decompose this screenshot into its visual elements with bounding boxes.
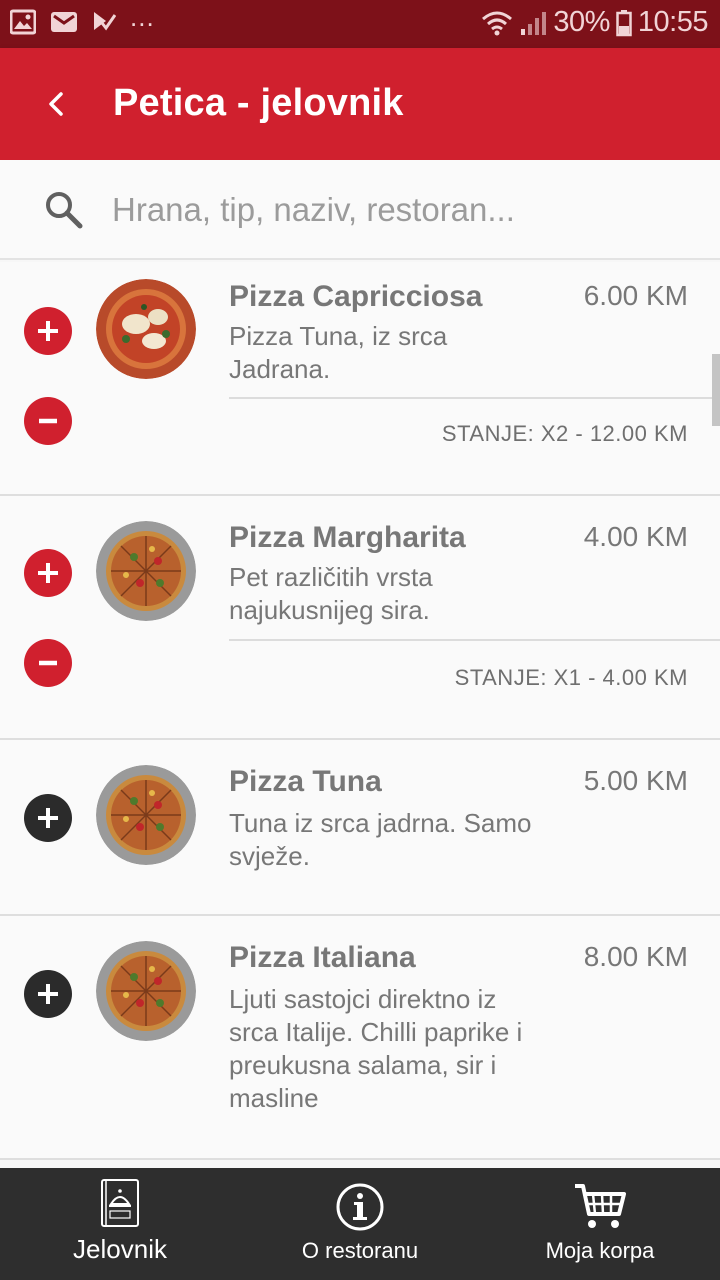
item-description: Pet različitih vrsta najukusnijeg sira. <box>229 562 433 625</box>
item-thumbnail <box>96 941 196 1041</box>
add-button[interactable] <box>24 549 72 597</box>
search-icon <box>46 192 83 229</box>
item-description: Tuna iz srca jadrna. Samo svježe. <box>229 808 532 871</box>
more-notifications-indicator: ... <box>130 1 155 32</box>
item-name: Pizza Tuna <box>229 765 382 798</box>
item-price: 5.00 KM <box>583 765 688 796</box>
nav-about-label: O restoranu <box>301 1238 419 1263</box>
plus-icon <box>38 808 58 828</box>
minus-icon <box>39 660 57 666</box>
shopping-cart-icon <box>575 1184 626 1228</box>
nav-cart[interactable]: Moja korpa <box>480 1168 720 1280</box>
menu-list: Pizza Capricciosa 6.00 KM Pizza Tuna, iz… <box>0 262 720 1160</box>
pizza-image <box>96 765 196 865</box>
item-name: Pizza Italiana <box>229 941 416 974</box>
item-name: Pizza Capricciosa <box>229 280 483 313</box>
menu-book-icon <box>101 1179 139 1227</box>
plus-icon <box>38 984 58 1004</box>
notification-icons: ... <box>10 2 155 35</box>
item-name: Pizza Margharita <box>229 521 466 554</box>
list-item[interactable]: Pizza Tuna 5.00 KM Tuna iz srca jadrna. … <box>0 740 720 916</box>
task-notification-icon <box>94 12 116 31</box>
plus-icon <box>38 321 58 341</box>
signal-icon <box>521 11 547 35</box>
pizza-capricciosa-image <box>96 279 196 379</box>
nav-menu-label: Jelovnik <box>73 1234 167 1264</box>
item-stanje: STANJE: X1 - 4.00 KM <box>454 665 688 690</box>
battery-percent: 30% <box>553 6 610 38</box>
item-description: Pizza Tuna, iz srca Jadrana. <box>229 321 448 384</box>
remove-button[interactable] <box>24 639 72 687</box>
pizza-image <box>96 941 196 1041</box>
add-button[interactable] <box>24 970 72 1018</box>
battery-icon <box>616 9 632 36</box>
bottom-navigation: Jelovnik O restoranu Moja korpa <box>0 1168 720 1280</box>
item-price: 6.00 KM <box>583 280 688 311</box>
search-input[interactable] <box>112 184 692 236</box>
list-item[interactable]: Pizza Italiana 8.00 KM Ljuti sastojci di… <box>0 916 720 1160</box>
scrollbar-thumb[interactable] <box>712 354 720 426</box>
item-divider <box>229 639 720 641</box>
list-item[interactable]: Pizza Margharita 4.00 KM Pet različitih … <box>0 496 720 740</box>
item-thumbnail <box>96 765 196 865</box>
status-right: 30% 10:55 <box>481 6 709 39</box>
item-description: Ljuti sastojci direktno iz srca Italije.… <box>229 984 523 1113</box>
image-notification-icon <box>10 9 36 35</box>
app-bar: Petica - jelovnik <box>0 48 720 160</box>
plus-icon <box>38 563 58 583</box>
item-thumbnail <box>96 521 196 621</box>
add-button[interactable] <box>24 794 72 842</box>
item-price: 8.00 KM <box>583 941 688 972</box>
item-stanje: STANJE: X2 - 12.00 KM <box>441 421 688 446</box>
item-price: 4.00 KM <box>583 521 688 552</box>
item-divider <box>229 397 720 399</box>
pizza-image <box>96 521 196 621</box>
back-arrow-icon <box>49 92 63 116</box>
nav-menu[interactable]: Jelovnik <box>0 1168 240 1280</box>
back-button[interactable] <box>30 78 82 130</box>
minus-icon <box>39 418 57 424</box>
wifi-icon <box>482 11 513 35</box>
add-button[interactable] <box>24 307 72 355</box>
clock: 10:55 <box>637 6 709 38</box>
mail-notification-icon <box>51 12 77 32</box>
item-thumbnail <box>96 279 196 379</box>
search-bar <box>0 160 720 260</box>
nav-about[interactable]: O restoranu <box>240 1168 480 1280</box>
page-title: Petica - jelovnik <box>113 82 404 124</box>
status-bar: ... 30% 10:55 <box>0 0 720 48</box>
list-item[interactable]: Pizza Capricciosa 6.00 KM Pizza Tuna, iz… <box>0 262 720 496</box>
remove-button[interactable] <box>24 397 72 445</box>
nav-cart-label: Moja korpa <box>545 1238 655 1263</box>
info-icon <box>336 1183 384 1231</box>
